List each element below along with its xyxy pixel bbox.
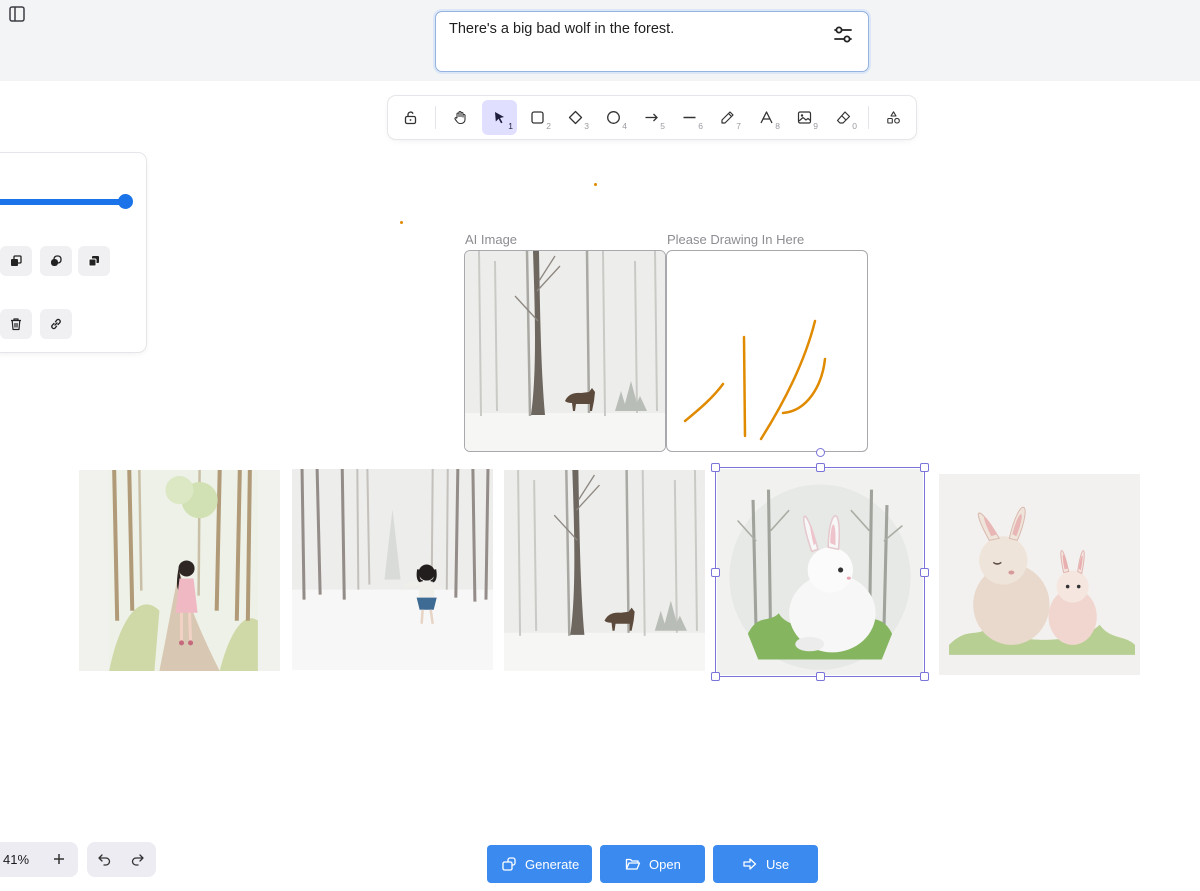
sketch-strokes: [683, 319, 827, 441]
send-to-back-button[interactable]: [0, 246, 32, 276]
image-icon: [797, 111, 812, 124]
ai-image-label: AI Image: [465, 232, 518, 247]
tool-key: 9: [813, 121, 818, 131]
hand-icon: [454, 110, 466, 125]
girl-snow-forest: [292, 469, 493, 670]
tool-selection[interactable]: 1: [482, 100, 517, 135]
ai-image-wolf-forest: [465, 251, 665, 451]
bring-forward-icon: [88, 256, 99, 267]
tool-library[interactable]: [876, 100, 911, 135]
tool-eraser[interactable]: 0: [826, 100, 861, 135]
folder-open-icon: [625, 858, 641, 870]
diamond-icon: [568, 110, 583, 125]
resize-handle-se[interactable]: [920, 672, 929, 681]
redo-icon[interactable]: [130, 852, 145, 867]
bring-forward-button[interactable]: [78, 246, 110, 276]
tool-key: 0: [852, 121, 857, 131]
zoom-control: 41%: [0, 842, 78, 877]
resize-handle-nw[interactable]: [711, 463, 720, 472]
opacity-slider-thumb[interactable]: [118, 194, 133, 209]
tool-key: 3: [584, 121, 589, 131]
gallery-image-5[interactable]: [939, 474, 1140, 675]
trash-icon: [11, 318, 21, 331]
zoom-in-icon[interactable]: [50, 850, 68, 868]
send-backward-icon: [51, 255, 62, 266]
properties-panel: [0, 153, 146, 352]
sliders-icon[interactable]: [832, 24, 854, 46]
arrow-icon: [645, 113, 658, 122]
pencil-icon: [721, 111, 734, 124]
link-icon: [51, 318, 61, 330]
sidebar-toggle-icon[interactable]: [8, 5, 26, 23]
tool-ellipse[interactable]: 4: [596, 100, 631, 135]
toolbar-divider: [435, 106, 436, 129]
toolbar-divider: [868, 106, 869, 129]
gallery-image-1[interactable]: [79, 470, 280, 671]
drawing-frame-label: Please Drawing In Here: [667, 232, 805, 247]
tool-key: 2: [546, 121, 551, 131]
eraser-icon: [836, 111, 851, 124]
resize-handle-ne[interactable]: [920, 463, 929, 472]
resize-handle-n[interactable]: [816, 463, 825, 472]
tool-rectangle[interactable]: 2: [520, 100, 555, 135]
arrow-right-icon: [743, 858, 757, 870]
two-rabbits: [939, 474, 1140, 675]
rotate-handle[interactable]: [816, 448, 825, 457]
tool-key: 7: [736, 121, 741, 131]
opacity-slider-track[interactable]: [0, 199, 127, 205]
tool-key: 1: [508, 121, 513, 131]
tool-image[interactable]: 9: [787, 100, 822, 135]
prompt-text[interactable]: There's a big bad wolf in the forest.: [449, 21, 674, 37]
resize-handle-e[interactable]: [920, 568, 929, 577]
link-button[interactable]: [40, 309, 72, 339]
tool-arrow[interactable]: 5: [634, 100, 669, 135]
tool-diamond[interactable]: 3: [558, 100, 593, 135]
generate-icon: [502, 857, 516, 871]
tool-draw[interactable]: 7: [710, 100, 745, 135]
resize-handle-s[interactable]: [816, 672, 825, 681]
rectangle-icon: [531, 111, 544, 124]
tool-lock[interactable]: [393, 100, 428, 135]
tool-hand[interactable]: [443, 100, 478, 135]
shapes-library-icon: [887, 111, 900, 124]
tool-line[interactable]: 6: [672, 100, 707, 135]
ai-image-frame[interactable]: [464, 250, 666, 452]
undo-icon[interactable]: [97, 852, 112, 867]
drawing-toolbar: 1 2 3 4 5 6 7 8 9 0: [388, 96, 916, 139]
text-icon: [760, 111, 773, 124]
tool-key: 5: [660, 121, 665, 131]
open-label: Open: [649, 857, 681, 872]
open-button[interactable]: Open: [600, 845, 705, 883]
tool-text[interactable]: 8: [749, 100, 784, 135]
drawing-frame[interactable]: [666, 250, 868, 452]
gallery-image-2[interactable]: [292, 469, 493, 670]
stroke-dot: [400, 221, 403, 224]
gallery-image-3[interactable]: [504, 470, 705, 671]
stroke-dot: [594, 183, 597, 186]
use-label: Use: [766, 857, 790, 872]
wolf-snow-forest: [504, 470, 705, 671]
resize-handle-sw[interactable]: [711, 672, 720, 681]
tool-key: 6: [698, 121, 703, 131]
generate-label: Generate: [525, 857, 580, 872]
delete-button[interactable]: [0, 309, 32, 339]
tool-key: 8: [775, 121, 780, 131]
girl-path-forest: [79, 470, 280, 671]
unlock-icon: [404, 111, 417, 125]
prompt-input[interactable]: There's a big bad wolf in the forest.: [435, 11, 869, 72]
history-control: [87, 842, 156, 877]
line-icon: [683, 116, 696, 119]
pointer-icon: [495, 112, 504, 124]
selection-box[interactable]: [715, 467, 925, 677]
send-to-back-icon: [11, 255, 22, 266]
generate-button[interactable]: Generate: [487, 845, 592, 883]
send-backward-button[interactable]: [40, 246, 72, 276]
circle-icon: [607, 111, 620, 124]
tool-key: 4: [622, 121, 627, 131]
use-button[interactable]: Use: [713, 845, 818, 883]
resize-handle-w[interactable]: [711, 568, 720, 577]
zoom-level[interactable]: 41%: [3, 852, 29, 867]
